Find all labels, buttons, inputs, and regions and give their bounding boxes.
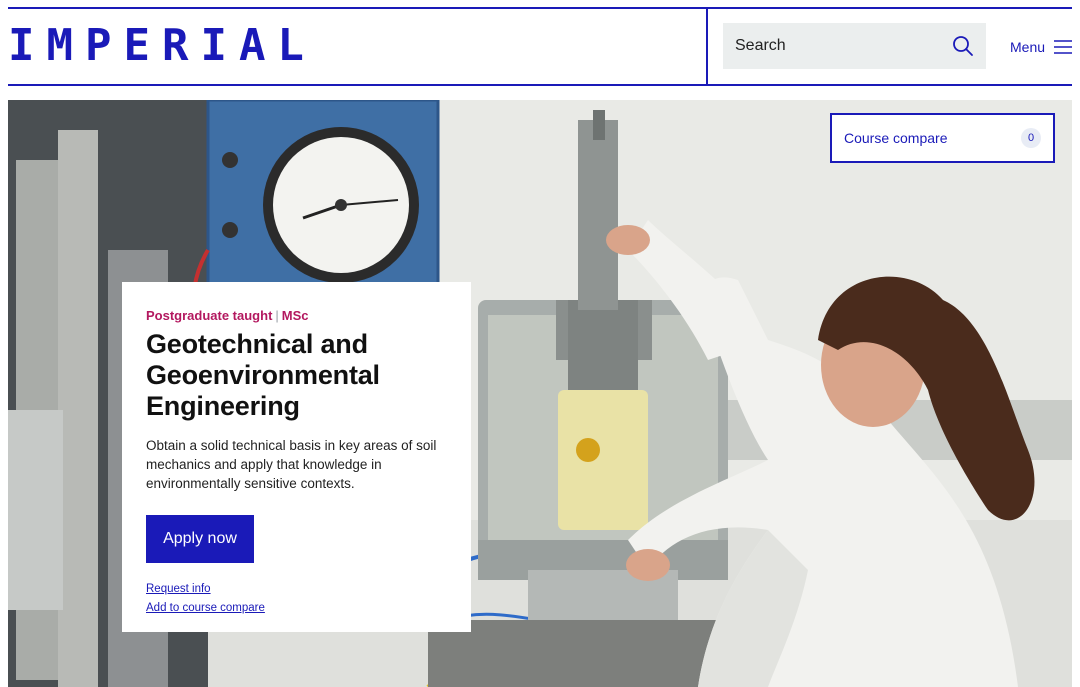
course-level: Postgraduate taught xyxy=(146,308,273,323)
search-placeholder: Search xyxy=(735,37,786,54)
add-to-course-compare-link[interactable]: Add to course compare xyxy=(146,599,447,618)
header-bottom-rule xyxy=(8,84,1072,86)
course-kicker: Postgraduate taught | MSc xyxy=(146,308,447,323)
kicker-separator: | xyxy=(275,308,279,323)
request-info-link[interactable]: Request info xyxy=(146,580,447,599)
course-description: Obtain a solid technical basis in key ar… xyxy=(146,438,437,491)
search-input[interactable]: Search xyxy=(723,23,986,69)
header-divider xyxy=(706,8,708,85)
course-title: Geotechnical and Geoenvironmental Engine… xyxy=(146,329,380,421)
menu-button[interactable]: Menu xyxy=(1010,36,1073,58)
course-award: MSc xyxy=(281,308,309,323)
menu-label: Menu xyxy=(1010,39,1046,55)
header-top-rule xyxy=(8,7,1072,9)
search-icon[interactable] xyxy=(940,23,986,69)
apply-now-button[interactable]: Apply now xyxy=(146,515,254,563)
course-compare-label: Course compare xyxy=(844,130,948,146)
course-card: Postgraduate taught | MSc Geotechnical and… xyxy=(122,282,471,632)
course-compare-button[interactable]: Course compare 0 xyxy=(830,113,1055,163)
site-header: IMPERIAL Search Menu xyxy=(0,0,1080,100)
course-links: Request info Add to course compare xyxy=(146,580,447,618)
course-compare-count-badge: 0 xyxy=(1021,128,1041,148)
menu-icon xyxy=(1054,40,1073,54)
imperial-logo[interactable]: IMPERIAL xyxy=(8,24,316,68)
